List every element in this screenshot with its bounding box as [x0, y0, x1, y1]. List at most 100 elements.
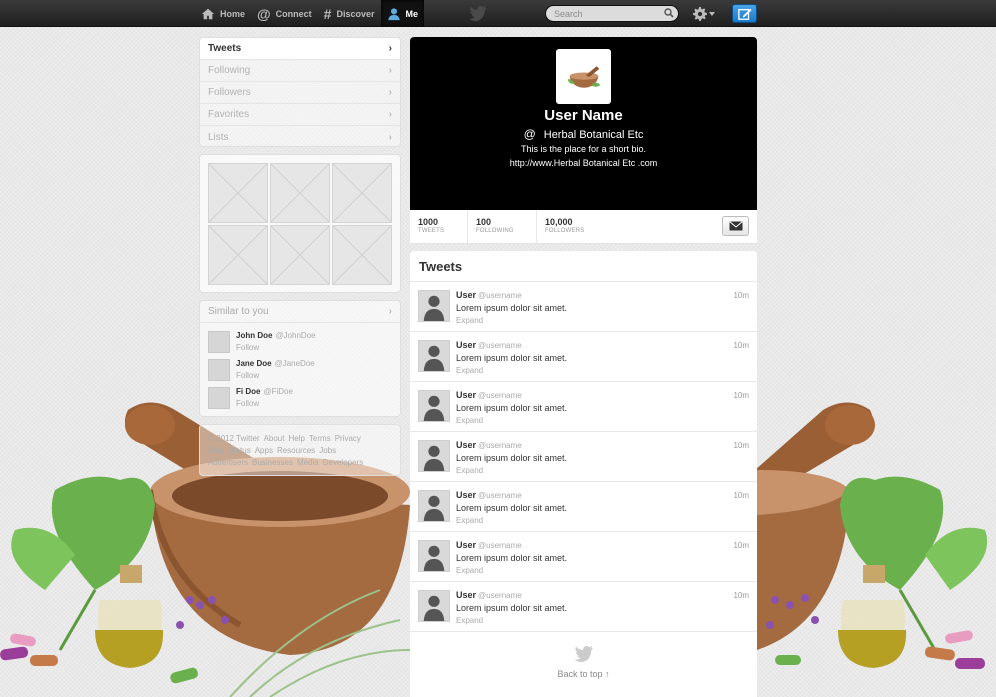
tweet-item[interactable]: User @username 10m Lorem ipsum dolor sit …: [410, 282, 757, 332]
tweet-expand-link[interactable]: Expand: [456, 466, 749, 475]
user-name: John Doe: [236, 331, 273, 340]
avatar[interactable]: [418, 490, 450, 522]
photo-thumbnail[interactable]: [270, 163, 330, 223]
similar-user-name[interactable]: Fi Doe @FiDoe: [236, 387, 293, 396]
nav-discover-label: Discover: [336, 8, 375, 19]
stat-following[interactable]: 100 FOLLOWING: [468, 210, 537, 243]
similar-header[interactable]: Similar to you ›: [200, 301, 400, 323]
photo-thumbnail[interactable]: [270, 225, 330, 285]
tweet-time[interactable]: 10m: [733, 291, 749, 300]
avatar[interactable]: [418, 440, 450, 472]
sidebar-item-label: Followers: [208, 87, 251, 98]
tweet-expand-link[interactable]: Expand: [456, 366, 749, 375]
search-input[interactable]: [545, 5, 679, 22]
twitter-bird-icon[interactable]: [469, 6, 487, 21]
nav-connect[interactable]: @ Connect: [251, 0, 318, 27]
tweet-item[interactable]: User @username 10m Lorem ipsum dolor sit …: [410, 582, 757, 632]
sidebar-item-followers[interactable]: Followers ›: [200, 82, 400, 104]
tweet-handle: @username: [478, 341, 522, 350]
avatar[interactable]: [418, 390, 450, 422]
footer-link-jobs[interactable]: Jobs: [319, 446, 336, 455]
at-icon: @: [257, 5, 271, 22]
footer-link-advertisers[interactable]: Advertisers: [208, 458, 248, 467]
tweet-time[interactable]: 10m: [733, 541, 749, 550]
footer-link-blog[interactable]: Blog: [208, 446, 224, 455]
tweet-user[interactable]: User: [456, 590, 476, 600]
tweet-user[interactable]: User: [456, 440, 476, 450]
back-to-top-link[interactable]: Back to top ↑: [557, 669, 609, 679]
stat-tweets[interactable]: 1000 TWEETS: [410, 210, 468, 243]
tweet-expand-link[interactable]: Expand: [456, 616, 749, 625]
avatar[interactable]: [208, 387, 230, 409]
similar-user-name[interactable]: Jane Doe @JaneDoe: [236, 359, 315, 368]
tweet-item[interactable]: User @username 10m Lorem ipsum dolor sit …: [410, 482, 757, 532]
footer-link-help[interactable]: Help: [288, 434, 304, 443]
profile-url[interactable]: http://www.Herbal Botanical Etc .com: [410, 158, 757, 168]
avatar[interactable]: [418, 340, 450, 372]
sidebar-item-following[interactable]: Following ›: [200, 60, 400, 82]
nav-discover[interactable]: # Discover: [318, 0, 381, 27]
sidebar-item-favorites[interactable]: Favorites ›: [200, 104, 400, 126]
tweet-time[interactable]: 10m: [733, 441, 749, 450]
nav-me[interactable]: Me: [380, 0, 425, 27]
avatar[interactable]: [418, 590, 450, 622]
tweet-expand-link[interactable]: Expand: [456, 516, 749, 525]
tweet-item[interactable]: User @username 10m Lorem ipsum dolor sit …: [410, 382, 757, 432]
tweet-expand-link[interactable]: Expand: [456, 416, 749, 425]
follow-link[interactable]: Follow: [236, 343, 316, 352]
avatar[interactable]: [418, 290, 450, 322]
footer-link-media[interactable]: Media: [297, 458, 319, 467]
footer-link-privacy[interactable]: Privacy: [335, 434, 361, 443]
avatar[interactable]: [208, 331, 230, 353]
direct-message-button[interactable]: [722, 216, 749, 236]
sidebar-item-label: Following: [208, 65, 251, 76]
avatar[interactable]: [208, 359, 230, 381]
nav-home[interactable]: Home: [195, 0, 251, 27]
tweet-expand-link[interactable]: Expand: [456, 316, 749, 325]
envelope-icon: [728, 221, 743, 231]
tweet-expand-link[interactable]: Expand: [456, 566, 749, 575]
footer-link-resources[interactable]: Resources: [277, 446, 315, 455]
tweet-user[interactable]: User: [456, 390, 476, 400]
profile-nav-menu: Tweets › Following › Followers › Favorit…: [199, 37, 401, 147]
sidebar-item-lists[interactable]: Lists ›: [200, 126, 400, 148]
tweet-time[interactable]: 10m: [733, 491, 749, 500]
tweet-time[interactable]: 10m: [733, 591, 749, 600]
avatar[interactable]: [418, 540, 450, 572]
photo-thumbnail[interactable]: [332, 163, 392, 223]
sidebar-item-tweets[interactable]: Tweets ›: [200, 38, 400, 60]
stat-followers[interactable]: 10,000 FOLLOWERS: [537, 210, 617, 243]
tweet-item[interactable]: User @username 10m Lorem ipsum dolor sit …: [410, 532, 757, 582]
tweet-user[interactable]: User: [456, 540, 476, 550]
footer-link-terms[interactable]: Terms: [309, 434, 331, 443]
twitter-bird-icon: [573, 646, 593, 662]
tweet-user[interactable]: User: [456, 290, 476, 300]
avatar[interactable]: [556, 49, 611, 104]
follow-link[interactable]: Follow: [236, 371, 315, 380]
stat-number: 100: [476, 217, 492, 227]
similar-user-name[interactable]: John Doe @JohnDoe: [236, 331, 316, 340]
tweet-user[interactable]: User: [456, 490, 476, 500]
footer-link-status[interactable]: Status: [228, 446, 251, 455]
footer-link-businesses[interactable]: Businesses: [252, 458, 293, 467]
tweet-time[interactable]: 10m: [733, 391, 749, 400]
sidebar-item-label: Tweets: [208, 43, 242, 54]
tweet-text: Lorem ipsum dolor sit amet.: [456, 503, 568, 513]
photo-thumbnail[interactable]: [208, 225, 268, 285]
chevron-down-icon: [709, 11, 715, 16]
footer-link-apps[interactable]: Apps: [255, 446, 273, 455]
tweet-time[interactable]: 10m: [733, 341, 749, 350]
tweet-text: Lorem ipsum dolor sit amet.: [456, 303, 568, 313]
search-icon[interactable]: [664, 8, 674, 18]
footer-link-about[interactable]: About: [264, 434, 285, 443]
tweet-user[interactable]: User: [456, 340, 476, 350]
photo-thumbnail[interactable]: [208, 163, 268, 223]
tweet-item[interactable]: User @username 10m Lorem ipsum dolor sit …: [410, 432, 757, 482]
image-placeholder-icon: [271, 226, 329, 284]
settings-menu[interactable]: [693, 6, 715, 21]
photo-thumbnail[interactable]: [332, 225, 392, 285]
compose-tweet-button[interactable]: [732, 4, 757, 23]
tweet-item[interactable]: User @username 10m Lorem ipsum dolor sit …: [410, 332, 757, 382]
follow-link[interactable]: Follow: [236, 399, 293, 408]
footer-link-developers[interactable]: Developers: [323, 458, 363, 467]
